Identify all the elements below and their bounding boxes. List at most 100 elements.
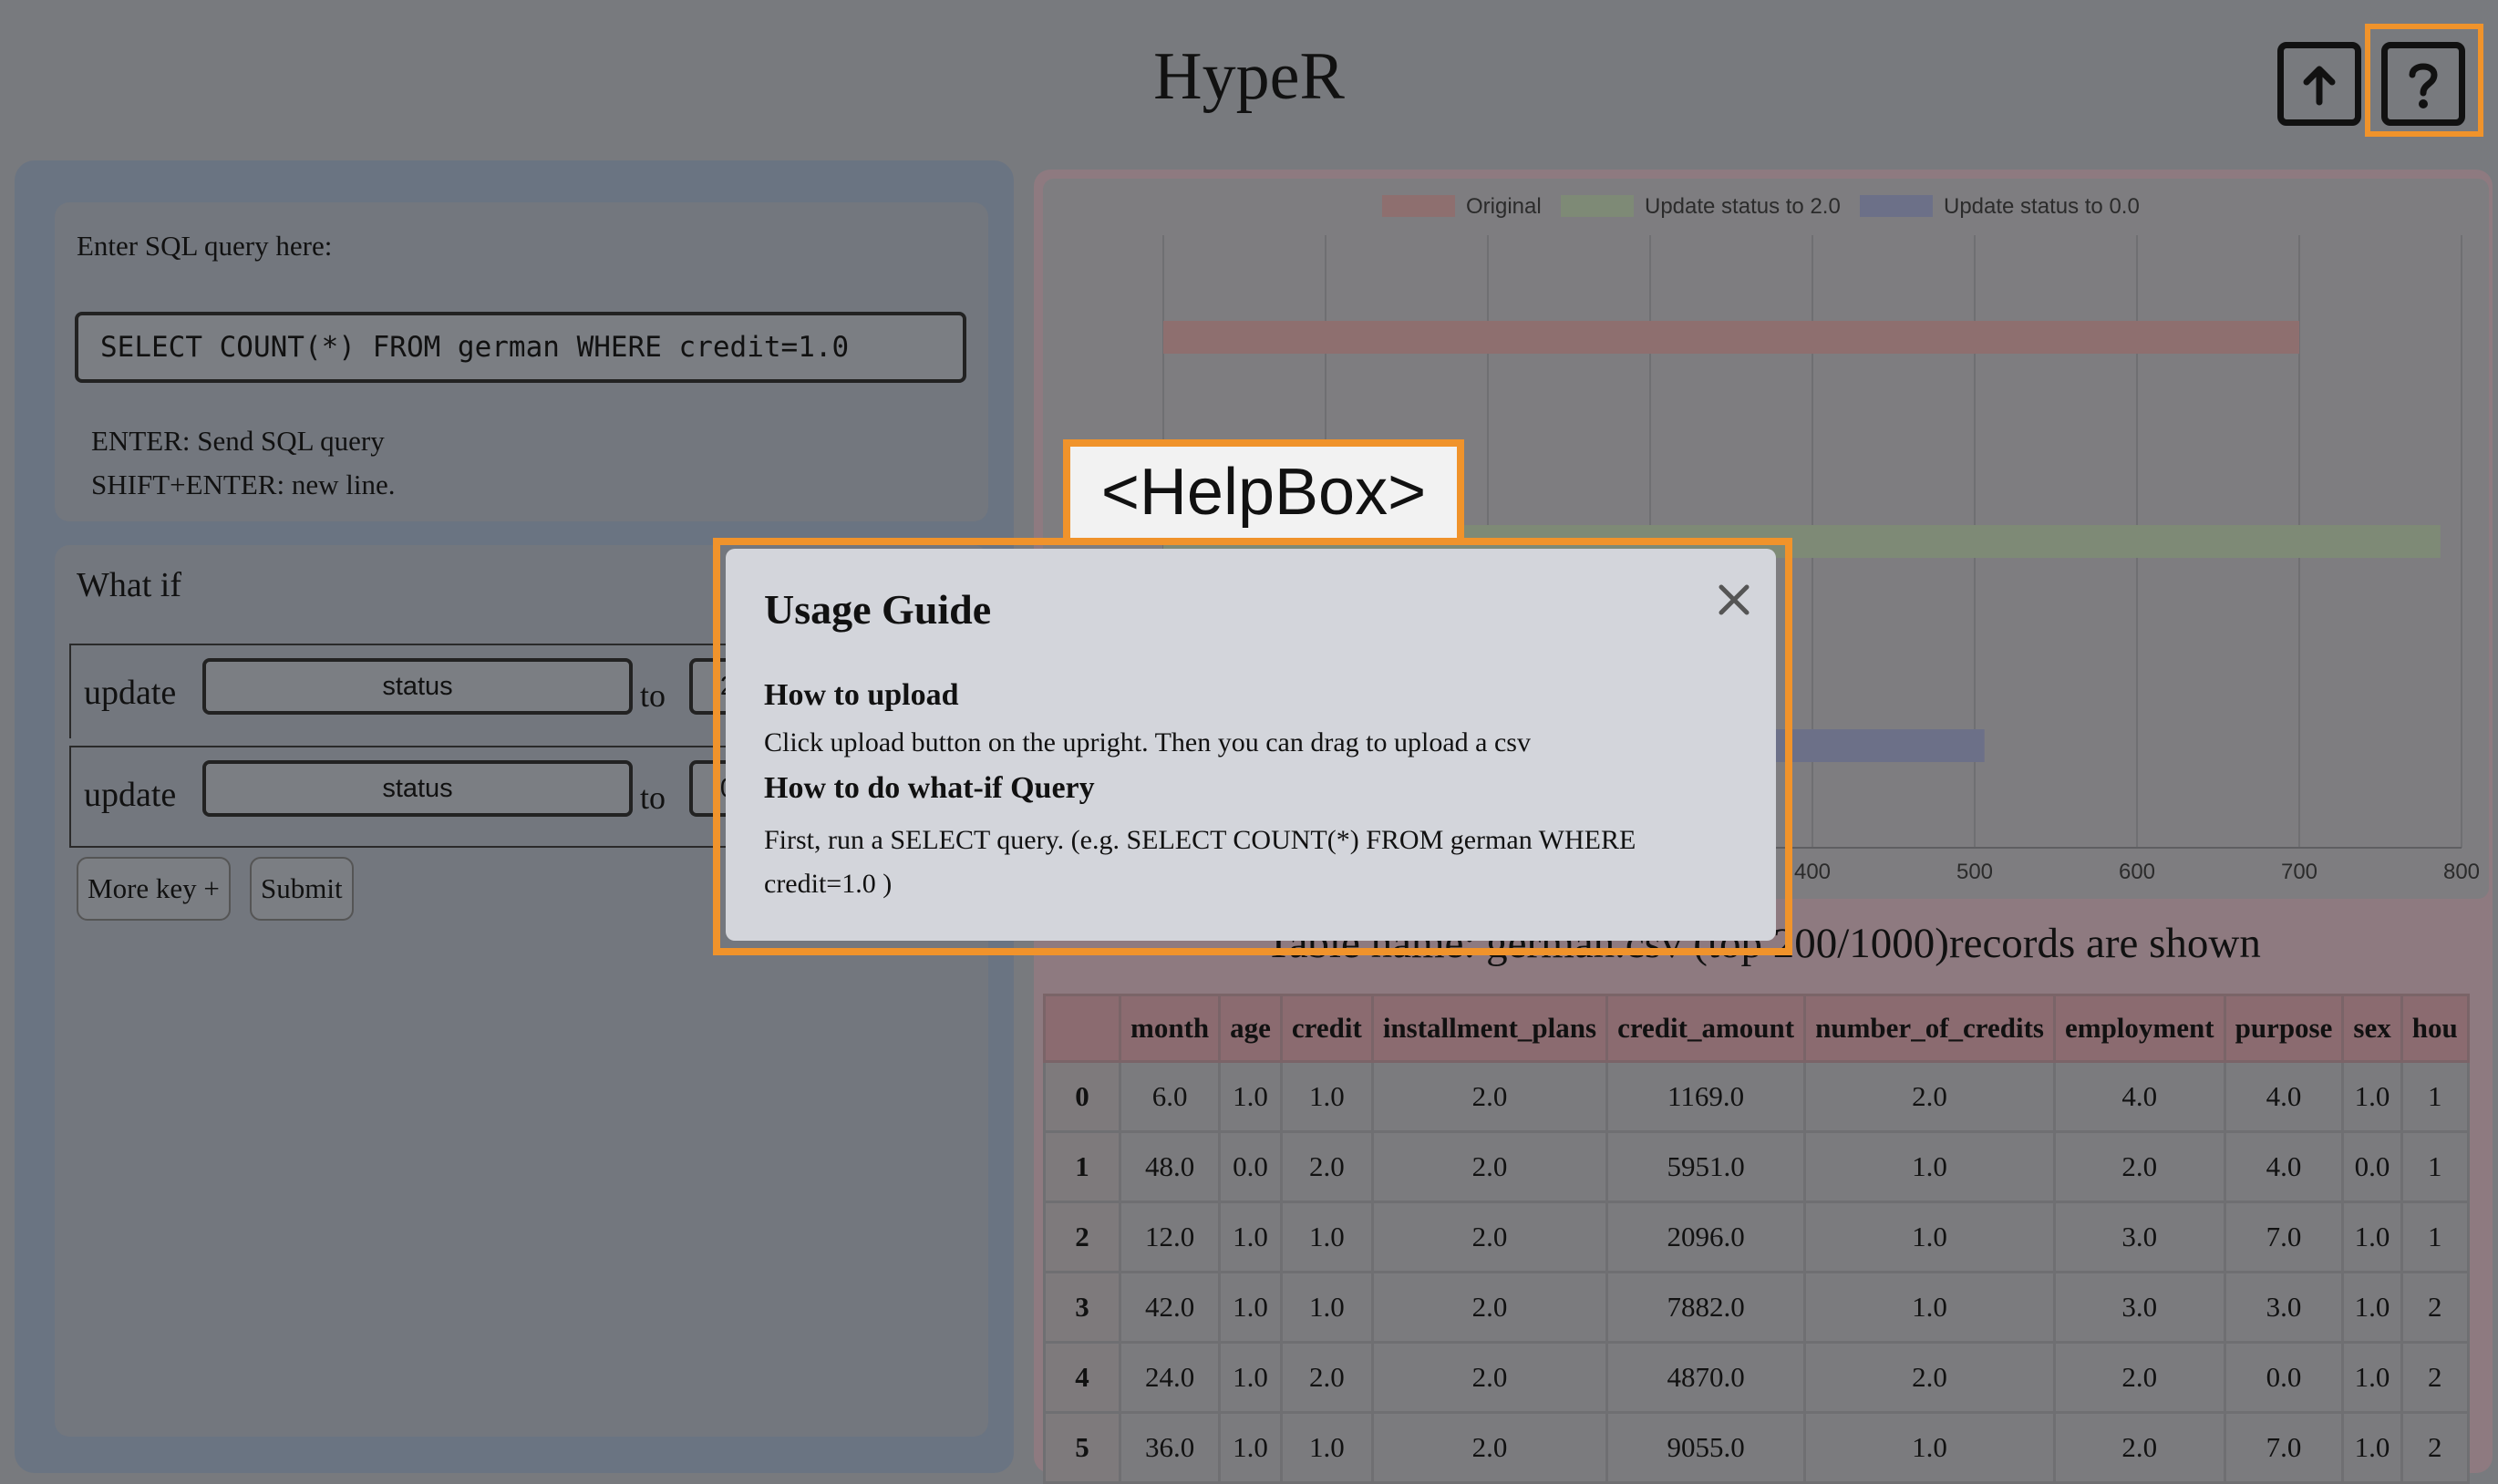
table-cell: 1 [2400, 1201, 2470, 1273]
table-cell: 1.0 [2341, 1411, 2403, 1484]
table-cell: 1.0 [2341, 1271, 2403, 1344]
column-header-credit_amount: credit_amount [1605, 994, 1807, 1063]
table-cell: 1.0 [1279, 1060, 1374, 1133]
column-header-credit: credit [1279, 994, 1374, 1063]
table-cell: 0.0 [2341, 1130, 2403, 1203]
column-header-purpose: purpose [2223, 994, 2345, 1063]
column-header-month: month [1118, 994, 1222, 1063]
table-cell: 12.0 [1118, 1201, 1222, 1273]
sql-prompt-label: Enter SQL query here: [77, 230, 333, 262]
x-tick-label: 400 [1794, 860, 1831, 884]
table-cell: 6.0 [1118, 1060, 1222, 1133]
row-index: 5 [1043, 1411, 1121, 1484]
help-button[interactable] [2381, 42, 2465, 126]
to-label: to [640, 677, 666, 714]
table-cell: 2.0 [1370, 1201, 1609, 1273]
table-cell: 1.0 [1218, 1411, 1283, 1484]
table-cell: 3.0 [2223, 1271, 2345, 1344]
table-row: 2 12.0 1.0 1.0 2.0 2096.0 1.0 3.0 7.0 1.0 1 [1043, 1201, 2470, 1273]
table-cell: 1.0 [1218, 1060, 1283, 1133]
sql-hint-shift-enter: SHIFT+ENTER: new line. [91, 469, 396, 500]
x-tick-label: 800 [2443, 860, 2480, 884]
sql-hint-enter: ENTER: Send SQL query [91, 425, 385, 457]
table-header-row: month age credit installment_plans credit_am… [1043, 994, 2470, 1063]
table-cell: 7.0 [2223, 1411, 2345, 1484]
table-row: 1 48.0 0.0 2.0 2.0 5951.0 1.0 2.0 4.0 0.0 1 [1043, 1130, 2470, 1203]
column-header-employment: employment [2052, 994, 2226, 1063]
table-cell: 48.0 [1118, 1130, 1222, 1203]
table-cell: 2.0 [1279, 1341, 1374, 1414]
column-header-hou: hou [2400, 994, 2470, 1063]
table-cell: 5951.0 [1605, 1130, 1807, 1203]
table-row: 4 24.0 1.0 2.0 2.0 4870.0 2.0 2.0 0.0 1.0 2 [1043, 1341, 2470, 1414]
upload-button[interactable] [2277, 42, 2361, 126]
legend-swatch-status-0 [1860, 195, 1933, 217]
attribute-select[interactable]: status [202, 760, 633, 817]
table-cell: 3.0 [2052, 1271, 2226, 1344]
table-row: 0 6.0 1.0 1.0 2.0 1169.0 2.0 4.0 4.0 1.0 1 [1043, 1060, 2470, 1133]
table-cell: 2.0 [1370, 1271, 1609, 1344]
index-header [1043, 994, 1121, 1063]
table-row: 5 36.0 1.0 1.0 2.0 9055.0 1.0 2.0 7.0 1.0 2 [1043, 1411, 2470, 1484]
legend-swatch-status-2 [1561, 195, 1634, 217]
table-cell: 2.0 [2052, 1130, 2226, 1203]
legend-swatch-original [1382, 195, 1455, 217]
table-cell: 1.0 [1218, 1201, 1283, 1273]
table-cell: 2.0 [1370, 1341, 1609, 1414]
row-index: 3 [1043, 1271, 1121, 1344]
table-cell: 1.0 [2341, 1201, 2403, 1273]
column-header-installment_plans: installment_plans [1370, 994, 1609, 1063]
legend-label-status-2: Update status to 2.0 [1645, 194, 1841, 219]
table-cell: 7882.0 [1605, 1271, 1807, 1344]
app-title: HypeR [1153, 39, 1345, 114]
helpbox-annotation-tag: <HelpBox> [1063, 439, 1464, 545]
table-cell: 1.0 [2341, 1060, 2403, 1133]
table-cell: 3.0 [2052, 1201, 2226, 1273]
table-cell: 1.0 [1279, 1271, 1374, 1344]
help-question-icon [2409, 63, 2438, 108]
table-cell: 2.0 [2052, 1411, 2226, 1484]
table-cell: 9055.0 [1605, 1411, 1807, 1484]
column-header-number_of_credits: number_of_credits [1803, 994, 2056, 1063]
x-tick-label: 700 [2281, 860, 2317, 884]
column-header-sex: sex [2341, 994, 2403, 1063]
table-cell: 1.0 [1218, 1341, 1283, 1414]
upload-icon [2303, 66, 2336, 106]
update-label: update [84, 674, 177, 712]
x-tick-label: 500 [1956, 860, 1993, 884]
table-cell: 1.0 [1279, 1201, 1374, 1273]
chart-x-ticks: 400 500 600 700 800 [1794, 860, 2480, 884]
table-cell: 1.0 [1803, 1130, 2056, 1203]
table-cell: 42.0 [1118, 1271, 1222, 1344]
table-cell: 2 [2400, 1271, 2470, 1344]
table-body: 0 6.0 1.0 1.0 2.0 1169.0 2.0 4.0 4.0 1.0 1 1 48.0 0.0… [1043, 1060, 2470, 1484]
table-cell: 2.0 [1370, 1060, 1609, 1133]
column-header-age: age [1218, 994, 1283, 1063]
more-key-button[interactable]: More key + [77, 857, 231, 921]
table-cell: 0.0 [2223, 1341, 2345, 1414]
legend-label-original: Original [1466, 194, 1542, 219]
table-cell: 1.0 [2341, 1341, 2403, 1414]
table-cell: 1.0 [1279, 1411, 1374, 1484]
table-cell: 2.0 [1370, 1411, 1609, 1484]
table-cell: 7.0 [2223, 1201, 2345, 1273]
attribute-select[interactable]: status [202, 658, 633, 715]
row-index: 4 [1043, 1341, 1121, 1414]
table-cell: 1.0 [1803, 1411, 2056, 1484]
to-label: to [640, 779, 666, 816]
table-cell: 1.0 [1803, 1271, 2056, 1344]
table-cell: 2096.0 [1605, 1201, 1807, 1273]
table-cell: 1.0 [1218, 1271, 1283, 1344]
table-cell: 4.0 [2223, 1130, 2345, 1203]
table-cell: 36.0 [1118, 1411, 1222, 1484]
row-index: 1 [1043, 1130, 1121, 1203]
table-row: 3 42.0 1.0 1.0 2.0 7882.0 1.0 3.0 3.0 1.0 2 [1043, 1271, 2470, 1344]
help-modal-highlight [713, 538, 1792, 955]
submit-button[interactable]: Submit [250, 857, 354, 921]
table-cell: 2 [2400, 1411, 2470, 1484]
legend-label-status-0: Update status to 0.0 [1944, 194, 2140, 219]
table-cell: 0.0 [1218, 1130, 1283, 1203]
sql-query-input[interactable]: SELECT COUNT(*) FROM german WHERE credit… [75, 312, 966, 383]
table-cell: 1169.0 [1605, 1060, 1807, 1133]
table-cell: 2.0 [1803, 1060, 2056, 1133]
